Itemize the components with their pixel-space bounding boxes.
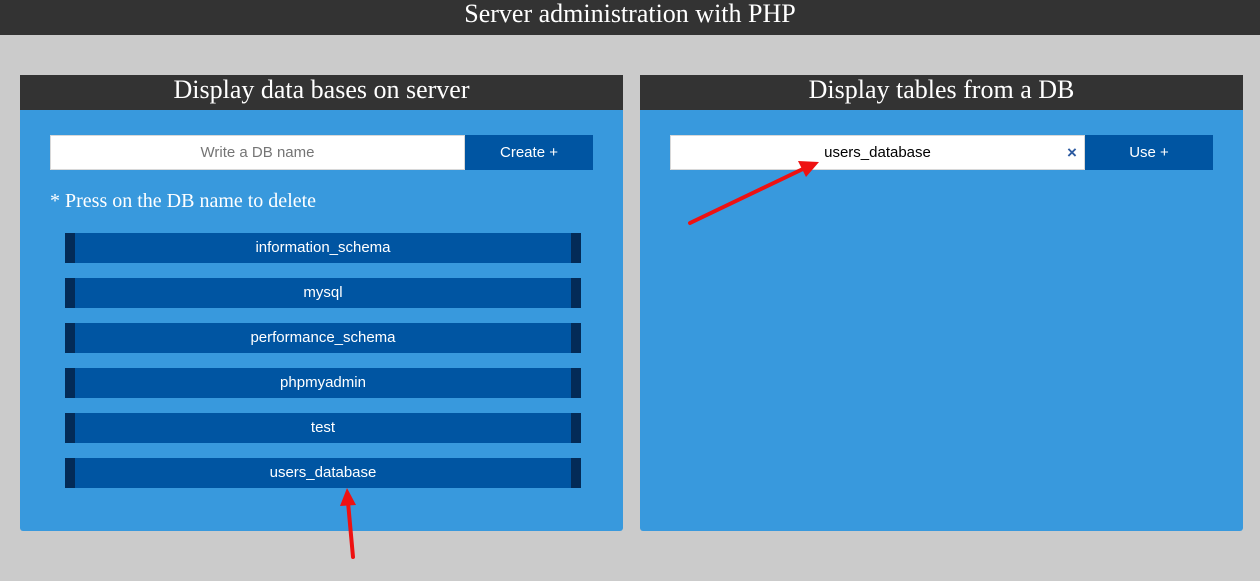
create-db-button[interactable]: Create + <box>465 135 593 170</box>
database-item-test[interactable]: test <box>65 413 581 443</box>
database-item-phpmyadmin[interactable]: phpmyadmin <box>65 368 581 398</box>
page-title: Server administration with PHP <box>0 0 1260 35</box>
database-list: information_schema mysql performance_sch… <box>65 233 581 503</box>
db-name-input[interactable] <box>51 136 464 169</box>
databases-panel: Display data bases on server Create + * … <box>20 75 623 531</box>
delete-hint: * Press on the DB name to delete <box>50 190 317 212</box>
database-item-information-schema[interactable]: information_schema <box>65 233 581 263</box>
use-db-button[interactable]: Use + <box>1085 135 1213 170</box>
database-item-mysql[interactable]: mysql <box>65 278 581 308</box>
tables-panel: Display tables from a DB × Use + <box>640 75 1243 531</box>
database-item-performance-schema[interactable]: performance_schema <box>65 323 581 353</box>
use-db-field-wrapper: × <box>670 135 1085 170</box>
tables-panel-title: Display tables from a DB <box>640 75 1243 110</box>
close-icon[interactable]: × <box>1065 144 1079 161</box>
use-db-input[interactable] <box>671 136 1084 169</box>
db-name-field-wrapper <box>50 135 465 170</box>
databases-panel-title: Display data bases on server <box>20 75 623 110</box>
database-item-users-database[interactable]: users_database <box>65 458 581 488</box>
